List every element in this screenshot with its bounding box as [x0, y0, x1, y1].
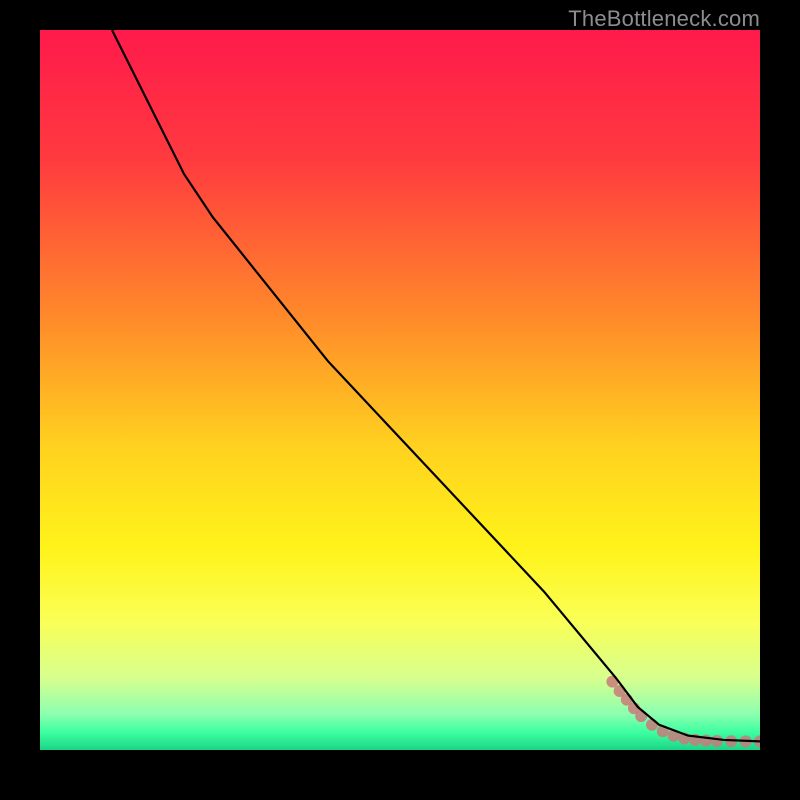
scatter-point [646, 719, 658, 731]
watermark-text: TheBottleneck.com [568, 6, 760, 32]
chart-frame: TheBottleneck.com [0, 0, 800, 800]
chart-svg [40, 30, 760, 750]
chart-background [40, 30, 760, 750]
chart-plot-area [40, 30, 760, 750]
scatter-point [711, 735, 723, 747]
